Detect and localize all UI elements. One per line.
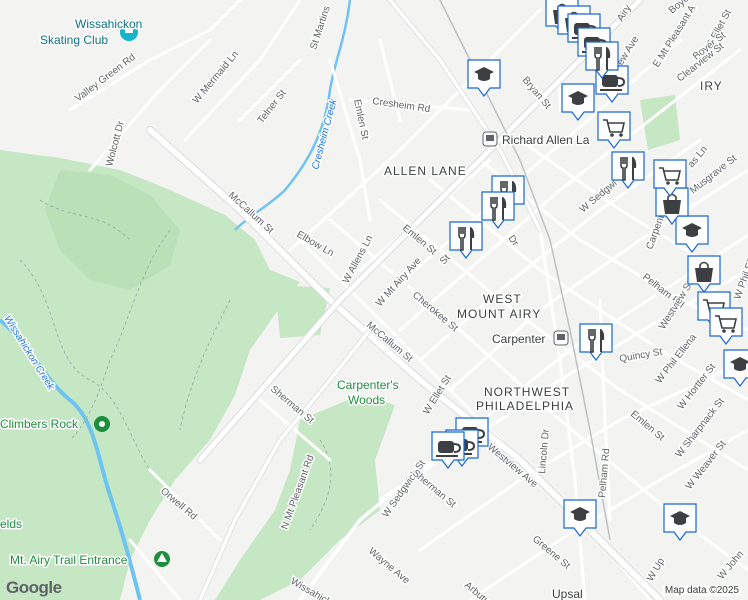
mount-airy-label: MOUNT AIRY — [457, 307, 541, 321]
trail-entrance-label: Mt. Airy Trail Entrance — [10, 553, 128, 567]
allen-lane-label: ALLEN LANE — [384, 164, 467, 178]
upsal-label: Upsal — [552, 587, 583, 600]
skating-club-label-2: Skating Club — [40, 33, 108, 47]
google-logo: Google — [6, 578, 62, 597]
carpenter-station-label: Carpenter — [492, 332, 545, 346]
carpenters-woods-label-2: Woods — [348, 393, 385, 407]
map-attribution[interactable]: Map data ©2025 — [661, 585, 742, 596]
train-icon — [486, 135, 494, 141]
map-canvas[interactable]: Wissahickon Skating Club Climbers Rock C… — [0, 0, 748, 600]
carpenters-woods-label-1: Carpenter's — [337, 378, 399, 392]
philadelphia-label: PHILADELPHIA — [476, 399, 574, 413]
carpenter-station[interactable]: Carpenter — [491, 330, 569, 348]
fields-label: elds — [0, 517, 22, 531]
climbers-rock-label: Climbers Rock — [0, 417, 79, 431]
allen-lane-station-label: Richard Allen La — [502, 133, 590, 147]
skating-club-label-1: Wissahickon — [75, 17, 142, 31]
west-label: WEST — [483, 292, 522, 306]
airy-partial-label: IRY — [700, 79, 723, 93]
train-icon — [557, 334, 565, 340]
northwest-label: NORTHWEST — [484, 385, 570, 399]
